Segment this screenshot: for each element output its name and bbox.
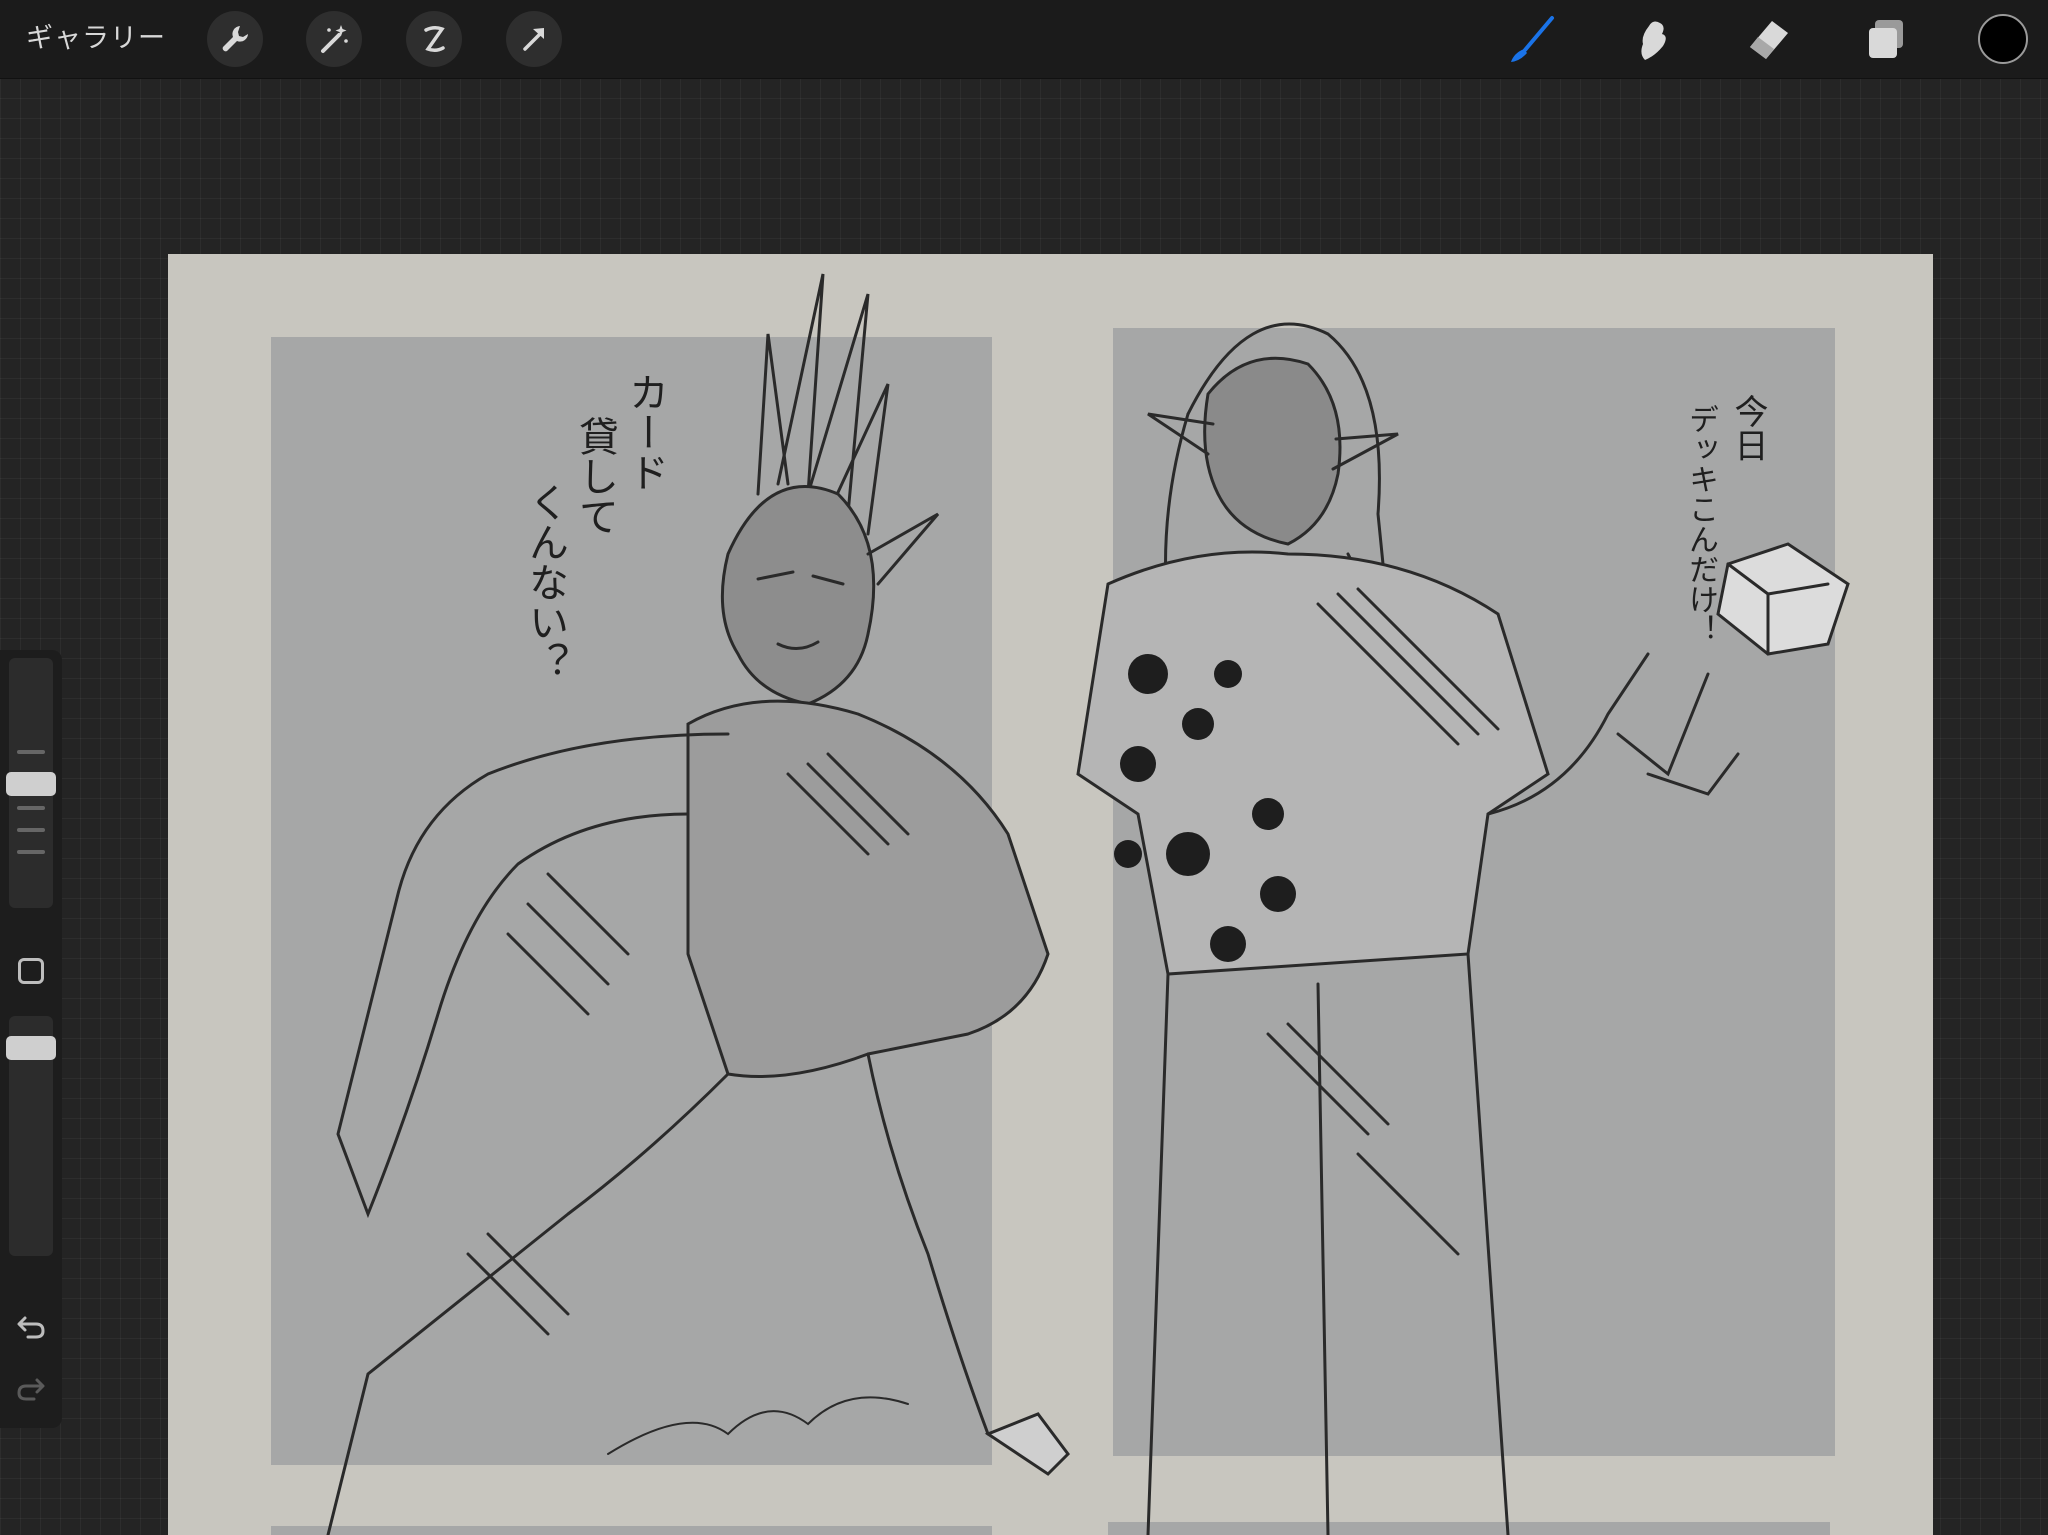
modify-button[interactable]	[18, 958, 44, 984]
adjustments-button[interactable]	[306, 11, 362, 67]
transform-button[interactable]	[506, 11, 562, 67]
eraser-tool-button[interactable]	[1740, 11, 1796, 67]
undo-button[interactable]	[14, 1310, 48, 1344]
slider-tick	[17, 828, 45, 832]
layers-button[interactable]	[1858, 11, 1914, 67]
slider-tick	[17, 806, 45, 810]
speech-text-left-col2: 貸して	[572, 416, 618, 536]
speech-text-left-col3: くんない？	[522, 482, 568, 682]
slider-tick	[17, 850, 45, 854]
slider-tick	[17, 750, 45, 754]
brush-size-thumb[interactable]	[6, 772, 56, 796]
transform-arrow-icon	[523, 28, 544, 51]
brush-size-slider[interactable]	[6, 658, 56, 908]
speech-text-right-col1: 今日	[1728, 394, 1768, 462]
magic-wand-icon	[321, 25, 348, 53]
left-sidebar	[0, 650, 62, 1428]
selection-button[interactable]	[406, 11, 462, 67]
opacity-slider[interactable]	[6, 1016, 56, 1256]
redo-button[interactable]	[14, 1372, 48, 1406]
selection-icon	[424, 25, 445, 53]
undo-arrow-icon	[17, 1316, 45, 1339]
drawing-canvas[interactable]: カード 貸して くんない？ 今日 デッキこんだけ！	[168, 254, 1933, 1535]
color-picker-button[interactable]	[1978, 14, 2028, 64]
wrench-icon	[222, 26, 248, 52]
brush-tool-button[interactable]	[1504, 11, 1560, 67]
speech-text-right-col2: デッキこんだけ！	[1683, 404, 1718, 644]
layers-icon	[1869, 20, 1903, 58]
procreate-app: ギャラリー カード 貸して くんない？ 今日 デッキこんだけ！	[0, 0, 2048, 1535]
redo-arrow-icon	[17, 1378, 45, 1401]
actions-button[interactable]	[207, 11, 263, 67]
smudge-icon	[1641, 21, 1666, 60]
gallery-button[interactable]: ギャラリー	[26, 20, 166, 58]
opacity-thumb[interactable]	[6, 1036, 56, 1060]
eraser-icon	[1750, 21, 1788, 59]
top-toolbar: ギャラリー	[0, 0, 2048, 79]
speech-text-left-col1: カード	[622, 372, 668, 492]
smudge-tool-button[interactable]	[1624, 11, 1680, 67]
character-sketch-right	[1076, 322, 1850, 1535]
brush-icon	[1511, 16, 1554, 62]
